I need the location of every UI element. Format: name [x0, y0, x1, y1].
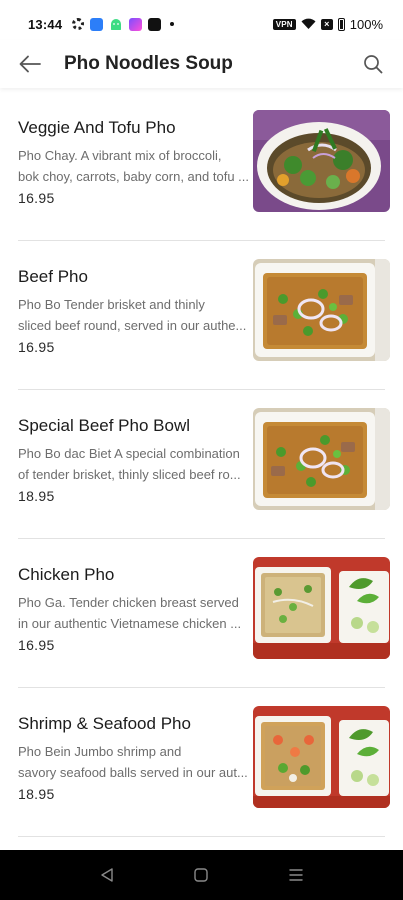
- menu-item-name: Special Beef Pho Bowl: [18, 416, 190, 435]
- menu-item-price: 16.95: [18, 339, 55, 355]
- menu-item-image[interactable]: [253, 259, 390, 361]
- notification-icons: [72, 17, 175, 31]
- menu-item-description-line: savory seafood balls served in our aut..…: [18, 765, 248, 780]
- menu-item-description: Pho Bein Jumbo shrimp and savory seafood…: [18, 741, 250, 783]
- signal-off-icon: ×: [320, 18, 333, 30]
- messenger-notification-icon: [129, 17, 143, 31]
- back-button[interactable]: [18, 52, 42, 76]
- app-header: Pho Noodles Soup: [0, 40, 403, 88]
- menu-item-image[interactable]: [253, 557, 390, 659]
- menu-item-description-line: of tender brisket, thinly sliced beef ro…: [18, 467, 241, 482]
- menu-item-description-line: Pho Bo Tender brisket and thinly: [18, 297, 205, 312]
- menu-item-name: Shrimp & Seafood Pho: [18, 714, 191, 733]
- menu-item-description-line: sliced beef round, served in our authe..…: [18, 318, 247, 333]
- android-notification-icon: [111, 19, 122, 30]
- menu-item[interactable]: Chicken Pho Pho Ga. Tender chicken breas…: [18, 539, 390, 688]
- triangle-back-icon: [101, 868, 113, 882]
- status-time: 13:44: [28, 16, 63, 32]
- nav-home-button[interactable]: [189, 863, 213, 887]
- nav-recents-button[interactable]: [284, 863, 308, 887]
- three-lines-menu-icon: [289, 869, 303, 881]
- menu-item-name: Beef Pho: [18, 267, 88, 286]
- app-notification-icon: [90, 17, 104, 31]
- menu-item[interactable]: Beef Pho Pho Bo Tender brisket and thinl…: [18, 241, 390, 390]
- menu-item-description-line: Pho Ga. Tender chicken breast served: [18, 595, 239, 610]
- menu-item-image[interactable]: [253, 706, 390, 808]
- menu-item-image[interactable]: [253, 408, 390, 510]
- arrow-left-icon: [19, 55, 41, 73]
- status-right: VPN × 100%: [272, 16, 383, 32]
- app-notification-icon-2: [148, 17, 162, 31]
- square-home-icon: [194, 868, 209, 882]
- menu-item-description-line: Pho Chay. A vibrant mix of broccoli,: [18, 148, 222, 163]
- menu-item-name: Chicken Pho: [18, 565, 115, 584]
- wifi-icon: [301, 18, 316, 29]
- menu-item[interactable]: Veggie And Tofu Pho Pho Chay. A vibrant …: [18, 92, 390, 241]
- system-nav-bar: [0, 850, 403, 900]
- menu-item-name: Veggie And Tofu Pho: [18, 118, 176, 137]
- menu-item-description-line: Pho Bo dac Biet A special combination: [18, 446, 240, 461]
- menu-item-description-line: in our authentic Vietnamese chicken ...: [18, 616, 242, 631]
- menu-item[interactable]: Shrimp & Seafood Pho Pho Bein Jumbo shri…: [18, 688, 390, 837]
- menu-item-description-line: bok choy, carrots, baby corn, and tofu .…: [18, 169, 249, 184]
- search-icon: [364, 55, 383, 74]
- more-notifications-dot-icon: [170, 22, 175, 26]
- menu-item-price: 18.95: [18, 488, 55, 504]
- battery-icon: [337, 17, 345, 31]
- menu-item[interactable]: Special Beef Pho Bowl Pho Bo dac Biet A …: [18, 390, 390, 539]
- menu-item-price: 18.95: [18, 786, 55, 802]
- menu-item-list: Veggie And Tofu Pho Pho Chay. A vibrant …: [0, 92, 403, 837]
- menu-item-price: 16.95: [18, 637, 55, 653]
- nav-back-button[interactable]: [95, 863, 119, 887]
- page-title: Pho Noodles Soup: [64, 53, 233, 74]
- menu-item-description: Pho Ga. Tender chicken breast served in …: [18, 592, 250, 634]
- settings-notification-icon: [72, 18, 85, 30]
- menu-item-image[interactable]: [253, 110, 390, 212]
- menu-item-description: Pho Bo dac Biet A special combination of…: [18, 443, 250, 485]
- menu-item-price: 16.95: [18, 190, 55, 206]
- battery-level: 100%: [349, 16, 383, 32]
- menu-item-description: Pho Bo Tender brisket and thinly sliced …: [18, 294, 250, 336]
- menu-item-description-line: Pho Bein Jumbo shrimp and: [18, 744, 182, 759]
- menu-item-description: Pho Chay. A vibrant mix of broccoli, bok…: [18, 145, 250, 187]
- search-button[interactable]: [361, 52, 385, 76]
- vpn-badge: VPN: [272, 18, 296, 30]
